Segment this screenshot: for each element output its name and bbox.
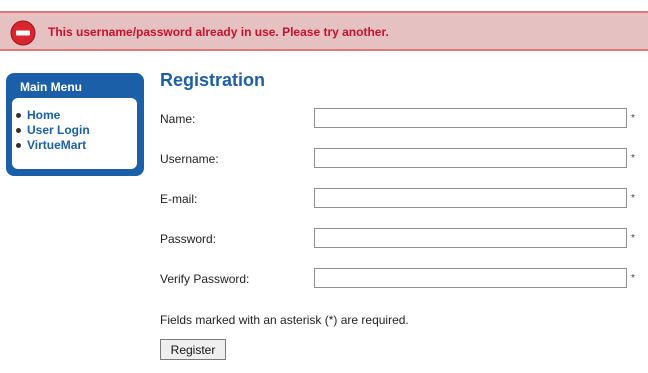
main-menu-title: Main Menu [20,80,82,94]
menu-item-virtuemart[interactable]: VirtueMart [16,138,90,153]
email-required-marker: * [631,193,635,204]
email-field[interactable] [314,188,627,208]
menu-item-home[interactable]: Home [16,108,90,123]
no-entry-icon [10,20,36,46]
username-required-marker: * [631,153,635,164]
username-field[interactable] [314,148,627,168]
error-message: This username/password already in use. P… [48,25,389,39]
password-required-marker: * [631,233,635,244]
page-title: Registration [160,70,266,90]
name-required-marker: * [631,113,635,124]
verify-password-field[interactable] [314,268,627,288]
required-fields-note: Fields marked with an asterisk (*) are r… [160,313,409,327]
username-label: Username: [160,152,219,166]
register-button[interactable]: Register [160,339,226,360]
main-menu-list: Home User Login VirtueMart [16,108,90,153]
name-field[interactable] [314,108,627,128]
main-menu: Main Menu Home User Login VirtueMart [6,73,144,176]
password-field[interactable] [314,228,627,248]
verify-password-required-marker: * [631,273,635,284]
verify-password-label: Verify Password: [160,272,250,286]
error-alert: This username/password already in use. P… [0,11,648,51]
password-label: Password: [160,232,217,246]
name-label: Name: [160,112,196,126]
menu-item-user-login[interactable]: User Login [16,123,90,138]
email-label: E-mail: [160,192,198,206]
main-menu-list-box: Home User Login VirtueMart [12,98,137,169]
